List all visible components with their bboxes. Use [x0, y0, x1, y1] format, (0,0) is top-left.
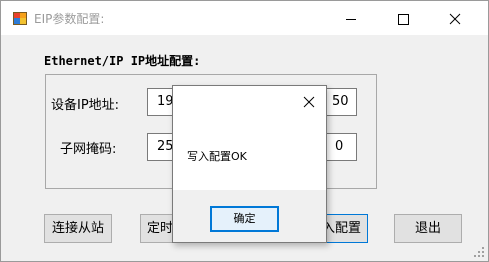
ok-button[interactable]: 确定	[210, 206, 279, 232]
close-button[interactable]	[432, 1, 478, 35]
maximize-button[interactable]	[380, 1, 426, 35]
device-ip-label: 设备IP地址:	[51, 98, 120, 113]
close-icon	[303, 96, 315, 108]
dialog-footer: 确定	[173, 190, 326, 242]
resize-grip-icon[interactable]	[473, 246, 485, 258]
app-icon	[13, 12, 27, 25]
title-bar[interactable]: EIP参数配置:	[1, 1, 488, 35]
minimize-button[interactable]	[328, 1, 374, 35]
mask-octet-4-input[interactable]: 0	[324, 133, 357, 161]
connect-slave-button[interactable]: 连接从站	[44, 214, 112, 243]
dialog-message: 写入配置OK	[187, 150, 247, 163]
window-title: EIP参数配置:	[34, 12, 105, 26]
ip-octet-4-input[interactable]: 50	[324, 88, 357, 116]
close-icon	[449, 13, 461, 25]
minimize-icon	[346, 19, 356, 20]
message-dialog: 写入配置OK 确定	[172, 85, 327, 243]
dialog-close-button[interactable]	[301, 94, 317, 110]
group-label: Ethernet/IP IP地址配置:	[42, 52, 203, 69]
subnet-mask-label: 子网掩码:	[60, 142, 117, 157]
maximize-icon	[398, 14, 409, 25]
exit-button[interactable]: 退出	[394, 214, 462, 243]
